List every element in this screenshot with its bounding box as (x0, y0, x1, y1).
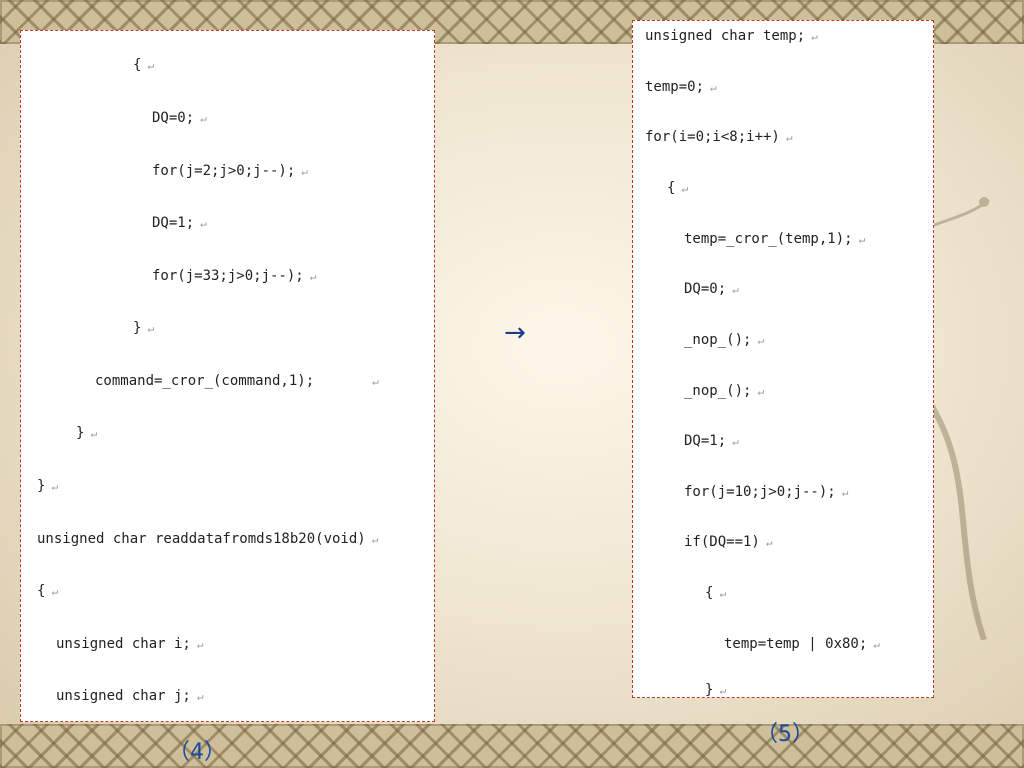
return-mark-icon: ↵ (841, 486, 849, 499)
right-arrow-icon: → (504, 318, 526, 348)
return-mark-icon: ↵ (200, 112, 207, 125)
code-line: } ↵ (705, 682, 727, 698)
return-mark-icon: ↵ (51, 585, 59, 598)
return-mark-icon: ↵ (873, 638, 880, 651)
code-panel-5: unsigned char temp; ↵ temp=0; ↵ for(i=0;i<… (632, 20, 934, 698)
code-line: _nop_(); ↵ (684, 332, 765, 348)
code-line: DQ=0; ↵ (684, 281, 739, 297)
return-mark-icon: ↵ (196, 690, 204, 703)
return-mark-icon: ↵ (719, 587, 727, 600)
return-mark-icon: ↵ (681, 182, 689, 195)
return-mark-icon: ↵ (732, 283, 739, 296)
return-mark-icon: ↵ (147, 322, 155, 335)
return-mark-icon: ↵ (200, 217, 207, 230)
code-line: for(j=33;j>0;j--); ↵ (152, 268, 317, 284)
code-line: command=_cror_(command,1); ↵ (95, 373, 379, 389)
code-line: {↵ (705, 585, 727, 601)
return-mark-icon: ↵ (719, 684, 727, 697)
code-line: DQ=1; ↵ (684, 433, 739, 449)
return-mark-icon: ↵ (757, 334, 765, 347)
return-mark-icon: ↵ (51, 480, 59, 493)
return-mark-icon: ↵ (147, 59, 155, 72)
code-line: unsigned char readdatafromds18b20(void) ↵ (37, 531, 379, 547)
code-line: {↵ (133, 57, 155, 73)
code-panel-4: {↵ DQ=0; ↵ for(j=2;j>0;j--); ↵ DQ=1; ↵ for(… (20, 30, 435, 722)
code-line: } ↵ (133, 320, 155, 336)
code-line: if(DQ==1) ↵ (684, 534, 773, 550)
decorative-border-bottom (0, 724, 1024, 768)
return-mark-icon: ↵ (710, 81, 717, 94)
code-line: } ↵ (37, 478, 59, 494)
code-line: for(j=2;j>0;j--); ↵ (152, 163, 308, 179)
return-mark-icon: ↵ (196, 638, 204, 651)
return-mark-icon: ↵ (309, 270, 317, 283)
return-mark-icon: ↵ (811, 30, 818, 43)
return-mark-icon: ↵ (858, 233, 866, 246)
code-line: _nop_(); ↵ (684, 383, 765, 399)
code-line: unsigned char i; ↵ (56, 636, 204, 652)
return-mark-icon: ↵ (785, 131, 793, 144)
code-line: unsigned char j; ↵ (56, 688, 204, 704)
return-mark-icon: ↵ (372, 375, 379, 388)
return-mark-icon: ↵ (301, 165, 308, 178)
code-line: } ↵ (76, 425, 98, 441)
code-line: DQ=1; ↵ (152, 215, 207, 231)
code-line: temp=temp | 0x80; ↵ (724, 636, 880, 652)
caption-5: （5） (756, 722, 814, 747)
code-line: for(i=0;i<8;i++) ↵ (645, 129, 793, 145)
code-line: temp=_cror_(temp,1); ↵ (684, 231, 866, 247)
return-mark-icon: ↵ (765, 536, 773, 549)
code-line: temp=0; ↵ (645, 79, 717, 95)
return-mark-icon: ↵ (90, 427, 98, 440)
code-line: DQ=0; ↵ (152, 110, 207, 126)
return-mark-icon: ↵ (371, 533, 379, 546)
caption-4: （4） (168, 740, 226, 765)
return-mark-icon: ↵ (757, 385, 765, 398)
code-line: for(j=10;j>0;j--); ↵ (684, 484, 849, 500)
code-line: unsigned char temp; ↵ (645, 28, 818, 44)
return-mark-icon: ↵ (732, 435, 739, 448)
code-line: {↵ (37, 583, 59, 599)
code-line: {↵ (667, 180, 689, 196)
